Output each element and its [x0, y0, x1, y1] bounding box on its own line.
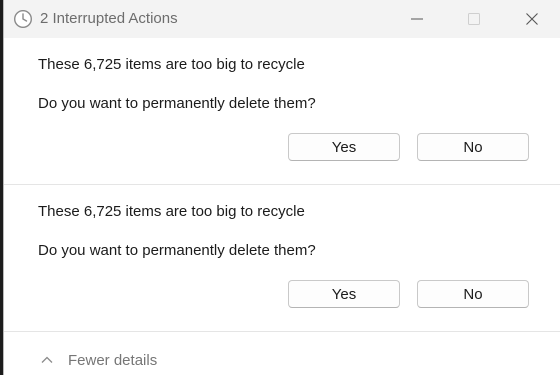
maximize-icon	[467, 12, 481, 26]
fewer-details-label: Fewer details	[68, 351, 158, 369]
fewer-details-toggle[interactable]: Fewer details	[40, 349, 157, 371]
minimize-button[interactable]	[394, 0, 440, 38]
section-divider	[4, 331, 560, 332]
yes-button[interactable]: Yes	[288, 280, 400, 308]
interrupted-action-2: These 6,725 items are too big to recycle…	[4, 185, 560, 331]
no-button[interactable]: No	[417, 133, 529, 161]
maximize-button[interactable]	[451, 0, 497, 38]
close-button[interactable]	[509, 0, 555, 38]
no-button[interactable]: No	[417, 280, 529, 308]
chevron-up-icon	[40, 353, 54, 367]
title-bar[interactable]: 2 Interrupted Actions	[4, 0, 560, 38]
dialog-window: 2 Interrupted Actions These 6,725 items …	[3, 0, 560, 375]
clock-icon	[13, 9, 33, 29]
window-title: 2 Interrupted Actions	[40, 10, 178, 27]
action-question: Do you want to permanently delete them?	[38, 95, 316, 112]
interrupted-action-1: These 6,725 items are too big to recycle…	[4, 38, 560, 184]
action-message: These 6,725 items are too big to recycle	[38, 56, 305, 73]
minimize-icon	[410, 12, 424, 26]
yes-button[interactable]: Yes	[288, 133, 400, 161]
close-icon	[525, 12, 539, 26]
action-message: These 6,725 items are too big to recycle	[38, 203, 305, 220]
action-question: Do you want to permanently delete them?	[38, 242, 316, 259]
